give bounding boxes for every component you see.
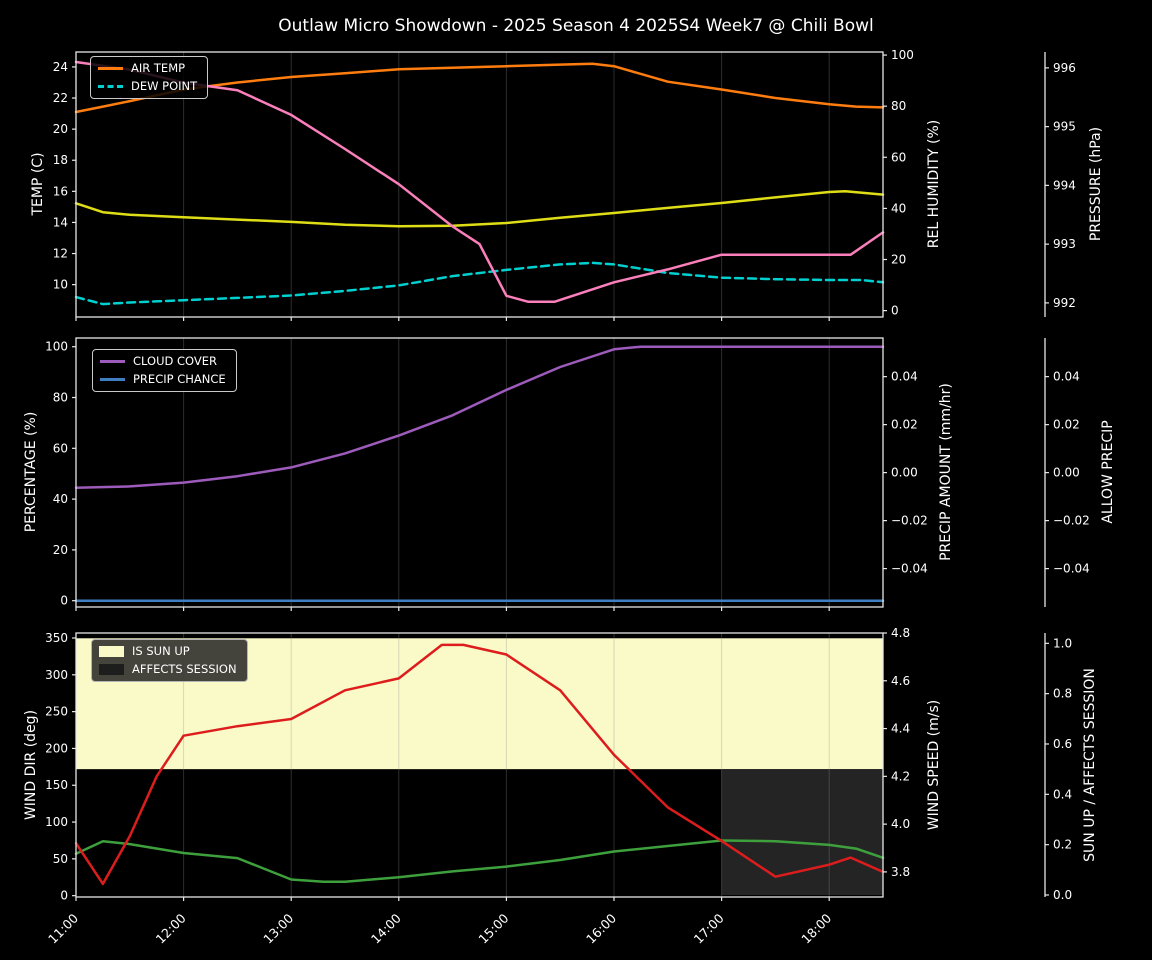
tick-label: 10 <box>53 278 68 292</box>
x-tick-label: 14:00 <box>368 910 404 946</box>
tick-label: 0.00 <box>891 466 918 480</box>
axis-label-temp: TEMP (C) <box>30 152 46 216</box>
axis-label-percentage: PERCENTAGE (%) <box>23 411 39 533</box>
tick-label: 300 <box>45 668 68 682</box>
axis-label-sun-up-affects-session: SUN UP / AFFECTS SESSION <box>1082 668 1098 862</box>
tick-label: 80 <box>53 391 68 405</box>
legend-percentage: CLOUD COVER PRECIP CHANCE <box>92 349 237 392</box>
axis-label-precip-amount: PRECIP AMOUNT (mm/hr) <box>938 383 954 561</box>
legend-swatch-precip-chance <box>100 378 125 381</box>
tick-label: 200 <box>45 741 68 755</box>
axis-label-allow-precip: ALLOW PRECIP <box>1100 420 1116 524</box>
tick-label: 18 <box>53 153 68 167</box>
tick-label: 40 <box>891 201 906 215</box>
legend-item-label: IS SUN UP <box>132 644 190 658</box>
series-dew-point-line <box>74 261 885 306</box>
x-tick-label: 12:00 <box>153 910 189 946</box>
tick-label: 80 <box>891 99 906 113</box>
tick-label: 250 <box>45 705 68 719</box>
tick-label: 0.04 <box>1053 370 1080 384</box>
legend-item-label: AIR TEMP <box>131 61 186 75</box>
legend-swatch-cloud-cover <box>100 360 125 363</box>
tick-label: 20 <box>891 253 906 267</box>
axis-label-pressure: PRESSURE (hPa) <box>1088 126 1104 242</box>
tick-label: 994 <box>1053 178 1076 192</box>
tick-label: 3.8 <box>891 865 910 879</box>
weather-chart-svg: 10 12 14 16 18 20 22 24 0 20 40 60 80 100 992 993 994 995… <box>45 48 1090 947</box>
x-tick-label: 11:00 <box>45 910 81 946</box>
tick-label: 100 <box>45 815 68 829</box>
legend-item-label: AFFECTS SESSION <box>132 662 237 676</box>
tick-label: 0 <box>60 889 68 903</box>
legend-item: DEW POINT <box>98 80 197 93</box>
tick-label: 22 <box>53 91 68 105</box>
tick-label: 4.6 <box>891 674 910 688</box>
tick-label: 995 <box>1053 120 1076 134</box>
tick-label: 0.8 <box>1053 687 1072 701</box>
fill-affects-session <box>721 769 883 895</box>
tick-label: 40 <box>53 492 68 506</box>
x-tick-label: 15:00 <box>475 910 511 946</box>
x-tick-label: 16:00 <box>583 910 619 946</box>
tick-label: 0.0 <box>1053 888 1072 902</box>
legend-item: PRECIP CHANCE <box>100 373 226 386</box>
tick-label: 60 <box>891 150 906 164</box>
tick-label: 16 <box>53 184 68 198</box>
legend-temperature: AIR TEMP DEW POINT <box>90 56 209 99</box>
tick-label: 4.0 <box>891 817 910 831</box>
tick-label: 993 <box>1053 237 1076 251</box>
axis-label-rel-humidity: REL HUMIDITY (%) <box>926 119 942 249</box>
legend-swatch-affects-session <box>99 664 124 675</box>
legend-swatch-is-sun-up <box>99 646 124 657</box>
tick-label: 0.2 <box>1053 838 1072 852</box>
tick-label: 4.4 <box>891 722 910 736</box>
tick-label: 100 <box>45 340 68 354</box>
tick-label: 24 <box>53 60 68 74</box>
tick-label: 20 <box>53 543 68 557</box>
axis-label-wind-speed: WIND SPEED (m/s) <box>926 699 942 831</box>
tick-label: 14 <box>53 215 68 229</box>
tick-label: 4.2 <box>891 769 910 783</box>
axis-label-wind-dir: WIND DIR (deg) <box>23 709 39 821</box>
tick-label: 0.02 <box>1053 418 1080 432</box>
tick-label: 100 <box>891 48 914 62</box>
tick-label: 4.8 <box>891 626 910 640</box>
legend-item: AFFECTS SESSION <box>99 663 237 676</box>
tick-label: −0.04 <box>1053 562 1090 576</box>
legend-wind: IS SUN UP AFFECTS SESSION <box>91 639 248 682</box>
tick-label: 0.6 <box>1053 737 1072 751</box>
x-tick-label: 18:00 <box>798 910 834 946</box>
tick-label: 12 <box>53 247 68 261</box>
tick-label: 0.4 <box>1053 787 1072 801</box>
legend-item-label: CLOUD COVER <box>133 354 218 368</box>
tick-label: 50 <box>53 852 68 866</box>
tick-label: 0 <box>60 594 68 608</box>
tick-label: 0 <box>891 304 899 318</box>
legend-item: CLOUD COVER <box>100 355 226 368</box>
tick-label: 0.02 <box>891 418 918 432</box>
tick-label: −0.02 <box>1053 514 1090 528</box>
legend-item: AIR TEMP <box>98 62 197 75</box>
tick-label: −0.04 <box>891 562 928 576</box>
tick-label: 996 <box>1053 61 1076 75</box>
legend-swatch-dew-point <box>98 85 123 88</box>
tick-label: 60 <box>53 441 68 455</box>
legend-item-label: DEW POINT <box>131 79 198 93</box>
weather-forecast-figure: { "title": "Outlaw Micro Showdown - 2025… <box>0 0 1152 960</box>
tick-label: 150 <box>45 778 68 792</box>
tick-label: 20 <box>53 122 68 136</box>
tick-label: −0.02 <box>891 514 928 528</box>
legend-item-label: PRECIP CHANCE <box>133 372 226 386</box>
tick-label: 1.0 <box>1053 636 1072 650</box>
series-rel-humidity-line <box>74 190 885 228</box>
x-tick-label: 13:00 <box>260 910 296 946</box>
legend-item: IS SUN UP <box>99 645 237 658</box>
tick-label: 350 <box>45 631 68 645</box>
tick-label: 0.04 <box>891 370 918 384</box>
legend-swatch-air-temp <box>98 67 123 70</box>
tick-label: 0.00 <box>1053 466 1080 480</box>
tick-label: 992 <box>1053 296 1076 310</box>
x-tick-label: 17:00 <box>691 910 727 946</box>
